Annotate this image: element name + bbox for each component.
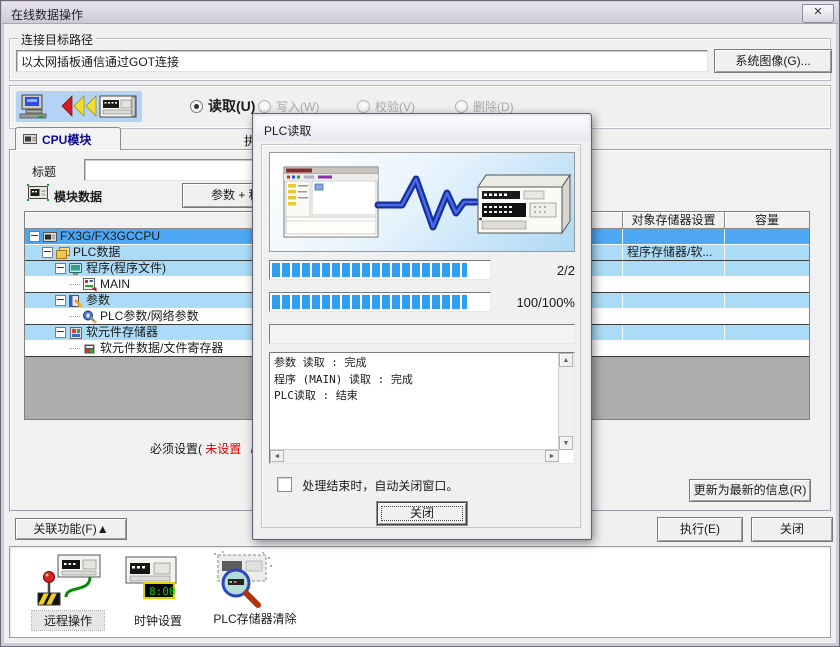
tree-expand-toggle[interactable] <box>55 263 66 274</box>
tree-leaf-connector <box>69 284 80 286</box>
auto-close-label: 处理结束时，自动关闭窗口。 <box>302 479 458 493</box>
plc-memory-clear-button[interactable]: PLC存储器清除 <box>202 549 306 611</box>
tree-leaf-connector <box>69 348 80 350</box>
file-progress-bar <box>269 260 491 280</box>
scroll-left-icon[interactable]: ◄ <box>270 450 284 462</box>
plc-data-folder-icon <box>56 246 70 260</box>
system-image-button[interactable]: 系统图像(G)... <box>714 49 832 73</box>
log-line: PLC读取 : 结束 <box>274 388 556 405</box>
remote-operation-label: 远程操作 <box>32 611 104 630</box>
radio-read[interactable]: 读取(U) <box>190 96 255 116</box>
radio-write-circle <box>258 100 271 113</box>
not-set-status: 未设置 <box>205 442 241 456</box>
tree-expand-toggle[interactable] <box>29 231 40 242</box>
refresh-info-button[interactable]: 更新为最新的信息(R) <box>689 479 811 502</box>
vertical-scrollbar[interactable]: ▲ ▼ <box>558 353 574 450</box>
remote-operation-icon <box>32 551 104 609</box>
column-header-capacity: 容量 <box>725 212 809 229</box>
auto-close-checkbox[interactable] <box>277 477 292 492</box>
svg-text:8:00: 8:00 <box>149 585 176 598</box>
connection-path-group: 连接目标路径 以太网插板通信通过GOT连接 系统图像(G)... <box>9 38 831 81</box>
connection-path-label: 连接目标路径 <box>18 31 96 48</box>
title-label: 标题 <box>32 163 56 180</box>
remote-operation-button[interactable]: 远程操作 <box>32 551 108 611</box>
window-title: 在线数据操作 <box>11 6 83 23</box>
plc-memory-clear-icon <box>202 549 278 609</box>
pc-to-plc-transfer-icon <box>16 91 142 122</box>
main-program-icon <box>83 278 97 292</box>
clock-setting-label: 时钟设置 <box>128 611 188 630</box>
execute-button[interactable]: 执行(E) <box>657 517 743 542</box>
total-progress-fill <box>272 295 467 309</box>
plc-read-dialog: PLC读取 <box>252 113 592 540</box>
scroll-right-icon[interactable]: ► <box>545 450 559 462</box>
cpu-icon <box>43 230 57 244</box>
program-icon <box>69 262 83 276</box>
file-progress-fill <box>272 263 467 277</box>
module-data-label: 模块数据 <box>54 188 102 205</box>
read-log-text: 参数 读取 : 完成 程序 (MAIN) 读取 : 完成 PLC读取 : 结束 <box>274 355 556 447</box>
dialog-title: PLC读取 <box>264 122 311 139</box>
close-button[interactable]: 关闭 <box>751 517 833 542</box>
close-icon: ✕ <box>813 6 822 18</box>
file-progress-value: 2/2 <box>503 263 575 278</box>
scroll-down-icon[interactable]: ▼ <box>559 436 573 450</box>
read-log-area: 参数 读取 : 完成 程序 (MAIN) 读取 : 完成 PLC读取 : 结束 … <box>269 352 575 464</box>
tree-expand-toggle[interactable] <box>55 295 66 306</box>
device-memory-icon <box>69 326 83 340</box>
related-functions-button[interactable]: 关联功能(F)▲ <box>15 518 127 540</box>
window-close-button[interactable]: ✕ <box>802 4 834 23</box>
window-titlebar: 在线数据操作 ✕ <box>2 2 838 24</box>
connection-path-field[interactable]: 以太网插板通信通过GOT连接 <box>16 50 708 72</box>
radio-delete-circle <box>455 100 468 113</box>
pc-plc-communication-graphic <box>269 152 575 252</box>
total-progress-value: 100/100% <box>503 295 575 310</box>
radio-verify-circle <box>357 100 370 113</box>
tree-leaf-connector <box>69 316 80 318</box>
plc-parameter-icon <box>83 310 97 324</box>
column-header-target-memory: 对象存储器设置 <box>623 212 725 229</box>
parameter-icon <box>69 294 83 308</box>
current-item-field <box>269 324 575 344</box>
tree-expand-toggle[interactable] <box>55 327 66 338</box>
auto-close-checkbox-row: 处理结束时，自动关闭窗口。 <box>277 477 458 494</box>
clock-setting-icon: 8:00 <box>120 551 186 609</box>
module-data-icon <box>26 183 50 202</box>
device-data-icon <box>83 342 97 356</box>
log-line: 程序 (MAIN) 读取 : 完成 <box>274 372 556 389</box>
radio-read-circle <box>190 100 203 113</box>
horizontal-scrollbar[interactable]: ◄ ► <box>270 449 559 463</box>
related-functions-panel: 远程操作 8:00 时钟设置 <box>9 546 831 638</box>
cpu-module-tab-icon <box>23 133 37 145</box>
clock-setting-button[interactable]: 8:00 时钟设置 <box>120 551 190 611</box>
tab-cpu-module[interactable]: CPU模块 <box>15 127 121 150</box>
dialog-titlebar: PLC读取 <box>255 116 589 141</box>
required-setting-note: 必须设置( 未设置 / <box>24 440 254 457</box>
tree-expand-toggle[interactable] <box>42 247 53 258</box>
plc-memory-clear-label: PLC存储器清除 <box>204 609 306 628</box>
log-line: 参数 读取 : 完成 <box>274 355 556 372</box>
dialog-close-button[interactable]: 关闭 <box>377 502 467 525</box>
scroll-up-icon[interactable]: ▲ <box>559 353 573 367</box>
total-progress-bar <box>269 292 491 312</box>
